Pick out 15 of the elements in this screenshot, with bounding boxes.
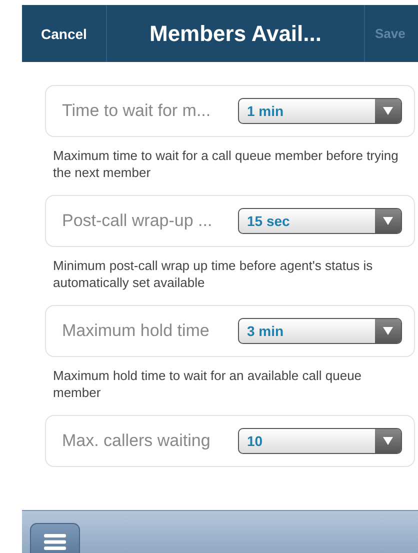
setting-label: Post-call wrap-up ... xyxy=(62,211,214,231)
setting-description: Minimum post-call wrap up time before agent's status is automatically set available xyxy=(53,257,374,291)
dropdown[interactable]: 3 min xyxy=(238,318,402,344)
setting-label: Time to wait for m... xyxy=(62,101,212,121)
dropdown[interactable]: 10 xyxy=(238,428,402,454)
menu-button[interactable] xyxy=(30,523,80,553)
cancel-button[interactable]: Cancel xyxy=(22,5,107,62)
menu-icon xyxy=(44,534,66,550)
screen-title: Members Avail... xyxy=(148,20,322,48)
dropdown[interactable]: 15 sec xyxy=(238,208,402,234)
setting-description: Maximum time to wait for a call queue member before trying the next member xyxy=(53,147,400,181)
setting-label: Max. callers waiting xyxy=(62,431,212,451)
dropdown[interactable]: 1 min xyxy=(238,98,402,124)
setting-description: Maximum hold time to wait for an available call queue member xyxy=(53,367,363,401)
setting-label: Maximum hold time xyxy=(62,321,210,341)
